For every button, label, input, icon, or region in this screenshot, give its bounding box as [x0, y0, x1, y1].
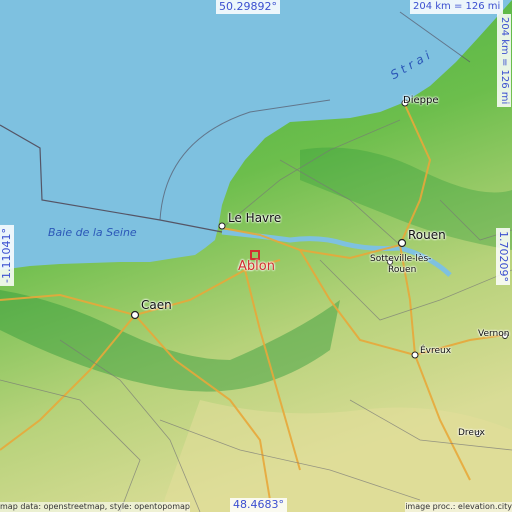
attribution-left: map data: openstreetmap, style: opentopo…: [0, 502, 190, 512]
city-label-le-havre: Le Havre: [228, 211, 282, 225]
terrain-layer: [0, 0, 512, 512]
city-label-vernon: Vernon: [478, 329, 510, 339]
map-canvas[interactable]: 50.29892° 48.4683° -1.11041° 1.70209° 20…: [0, 0, 512, 512]
north-coordinate: 50.29892°: [216, 0, 280, 14]
attribution-right: image proc.: elevation.city: [405, 502, 512, 512]
city-label-sotteville-1: Sotteville-lès-: [370, 254, 432, 264]
city-label-dieppe: Dieppe: [403, 95, 439, 106]
city-label-sotteville-2: Rouen: [388, 265, 417, 275]
south-coordinate: 48.4683°: [230, 498, 287, 512]
east-coordinate: 1.70209°: [496, 228, 510, 285]
bay-label: Baie de la Seine: [48, 226, 137, 239]
city-label-rouen: Rouen: [408, 228, 446, 242]
city-label-caen: Caen: [141, 298, 172, 312]
scale-right: 204 km = 126 mi: [497, 14, 511, 108]
scale-top: 204 km = 126 mi: [410, 0, 504, 14]
west-coordinate: -1.11041°: [0, 225, 14, 286]
city-label-evreux: Évreux: [420, 346, 452, 356]
highlight-label: Ablon: [238, 259, 275, 274]
city-label-dreux: Dreux: [458, 428, 485, 438]
